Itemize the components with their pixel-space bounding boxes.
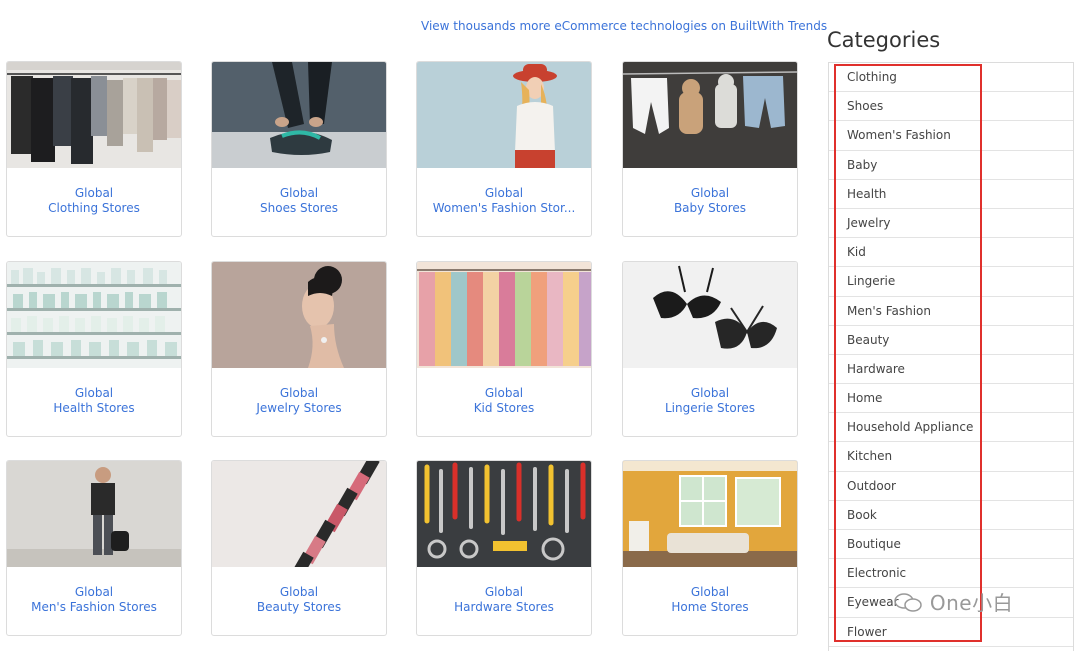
clothing-rack-image[interactable] — [7, 62, 181, 168]
store-card-womens-fashion[interactable]: Global Women's Fashion Stor... — [416, 61, 592, 237]
category-item-flower[interactable]: Flower — [829, 618, 1073, 647]
baby-clothes-image[interactable] — [623, 62, 797, 168]
card-region-label[interactable]: Global — [7, 386, 181, 401]
category-item-clothing[interactable]: Clothing — [829, 63, 1073, 93]
category-item-kid[interactable]: Kid — [829, 238, 1073, 268]
card-category-label[interactable]: Kid Stores — [417, 401, 591, 416]
card-category-label[interactable]: Lingerie Stores — [623, 401, 797, 416]
category-item-shoes[interactable]: Shoes — [829, 92, 1073, 122]
card-region-label[interactable]: Global — [623, 186, 797, 201]
card-region-label[interactable]: Global — [623, 386, 797, 401]
category-item-outdoor[interactable]: Outdoor — [829, 472, 1073, 501]
card-region-label[interactable]: Global — [417, 386, 591, 401]
jewelry-model-image[interactable] — [212, 262, 386, 368]
store-card-lingerie[interactable]: Global Lingerie Stores — [622, 261, 798, 437]
home-interior-image[interactable] — [623, 461, 797, 567]
card-category-label[interactable]: Baby Stores — [623, 201, 797, 216]
category-item-book[interactable]: Book — [829, 501, 1073, 530]
watermark-text: One小白 — [929, 591, 1014, 615]
categories-heading: Categories — [827, 28, 941, 52]
category-item-mens-fashion[interactable]: Men's Fashion — [829, 297, 1073, 326]
card-category-label[interactable]: Clothing Stores — [7, 201, 181, 216]
card-region-label[interactable]: Global — [212, 386, 386, 401]
category-item-kitchen[interactable]: Kitchen — [829, 442, 1073, 472]
categories-list: Clothing Shoes Women's Fashion Baby Heal… — [828, 62, 1074, 651]
card-region-label[interactable]: Global — [417, 186, 591, 201]
category-item-health[interactable]: Health — [829, 180, 1073, 209]
card-category-label[interactable]: Home Stores — [623, 600, 797, 615]
lipsticks-image[interactable] — [212, 461, 386, 567]
tools-image[interactable] — [417, 461, 591, 567]
card-region-label[interactable]: Global — [7, 585, 181, 600]
store-card-clothing[interactable]: Global Clothing Stores — [6, 61, 182, 237]
store-card-home[interactable]: Global Home Stores — [622, 460, 798, 636]
category-item-electronic[interactable]: Electronic — [829, 559, 1073, 589]
store-card-shoes[interactable]: Global Shoes Stores — [211, 61, 387, 237]
store-card-mens-fashion[interactable]: Global Men's Fashion Stores — [6, 460, 182, 636]
watermark: One小白 — [893, 587, 1013, 616]
category-item-lingerie[interactable]: Lingerie — [829, 267, 1073, 297]
card-category-label[interactable]: Hardware Stores — [417, 600, 591, 615]
category-item-beauty[interactable]: Beauty — [829, 326, 1073, 355]
lingerie-image[interactable] — [623, 262, 797, 368]
card-region-label[interactable]: Global — [623, 585, 797, 600]
shoes-image[interactable] — [212, 62, 386, 168]
category-item-hardware[interactable]: Hardware — [829, 355, 1073, 385]
card-region-label[interactable]: Global — [212, 585, 386, 600]
store-card-baby[interactable]: Global Baby Stores — [622, 61, 798, 237]
card-region-label[interactable]: Global — [212, 186, 386, 201]
store-card-kid[interactable]: Global Kid Stores — [416, 261, 592, 437]
womens-fashion-image[interactable] — [417, 62, 591, 168]
category-item-household-appliance[interactable]: Household Appliance — [829, 413, 1073, 443]
card-region-label[interactable]: Global — [7, 186, 181, 201]
mens-fashion-image[interactable] — [7, 461, 181, 567]
store-card-health[interactable]: Global Health Stores — [6, 261, 182, 437]
category-item-jewelry[interactable]: Jewelry — [829, 209, 1073, 239]
card-category-label[interactable]: Beauty Stores — [212, 600, 386, 615]
card-category-label[interactable]: Health Stores — [7, 401, 181, 416]
store-card-beauty[interactable]: Global Beauty Stores — [211, 460, 387, 636]
wechat-icon — [893, 591, 930, 615]
card-category-label[interactable]: Women's Fashion Stor... — [417, 201, 591, 216]
category-item-womens-fashion[interactable]: Women's Fashion — [829, 121, 1073, 151]
category-item-home[interactable]: Home — [829, 384, 1073, 414]
card-region-label[interactable]: Global — [417, 585, 591, 600]
pharmacy-shelves-image[interactable] — [7, 262, 181, 368]
kids-clothing-rack-image[interactable] — [417, 262, 591, 368]
card-category-label[interactable]: Shoes Stores — [212, 201, 386, 216]
store-card-hardware[interactable]: Global Hardware Stores — [416, 460, 592, 636]
store-card-jewelry[interactable]: Global Jewelry Stores — [211, 261, 387, 437]
builtwith-trends-link[interactable]: View thousands more eCommerce technologi… — [421, 19, 827, 33]
card-category-label[interactable]: Jewelry Stores — [212, 401, 386, 416]
category-item-baby[interactable]: Baby — [829, 151, 1073, 180]
category-item-boutique[interactable]: Boutique — [829, 530, 1073, 560]
card-category-label[interactable]: Men's Fashion Stores — [7, 600, 181, 615]
